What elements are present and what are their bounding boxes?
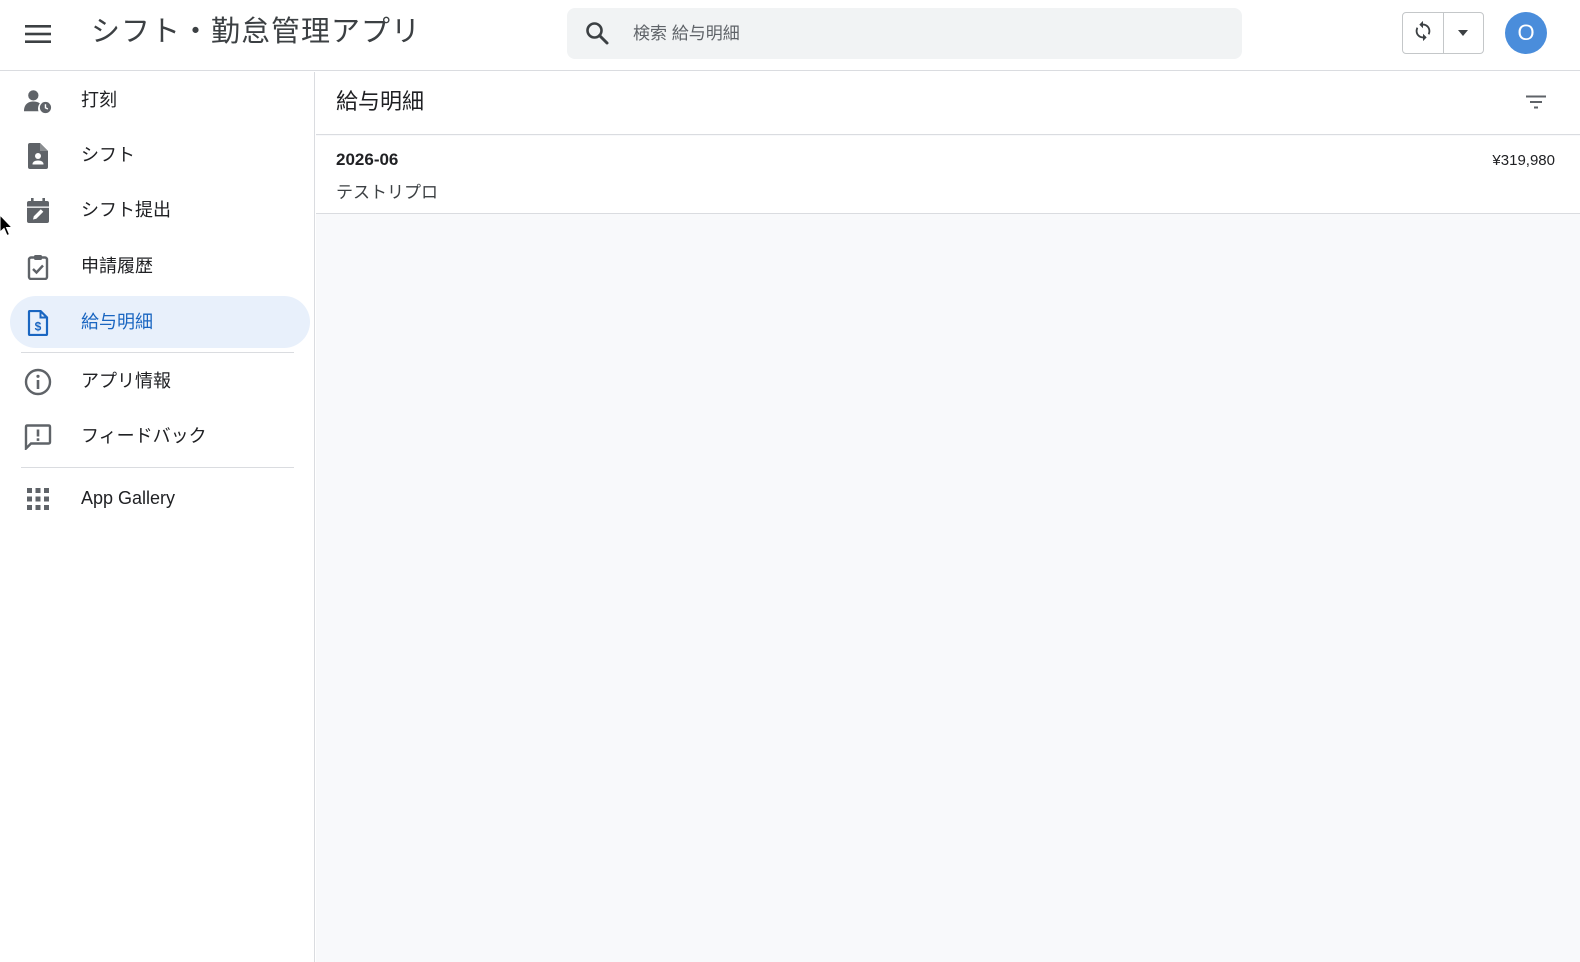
main-content: 給与明細 2026-06 テストリプロ ¥319,980 bbox=[316, 72, 1580, 962]
sidebar-divider bbox=[21, 352, 294, 353]
search-icon bbox=[584, 20, 610, 46]
sidebar-item-label: 申請履歴 bbox=[81, 256, 153, 276]
payslip-amount: ¥319,980 bbox=[1492, 152, 1555, 169]
document-dollar-icon: $ bbox=[24, 310, 52, 336]
search-input[interactable] bbox=[631, 8, 1221, 59]
sidebar-item-shift[interactable]: シフト bbox=[10, 129, 310, 181]
payslip-employee-name: テストリプロ bbox=[336, 183, 438, 202]
sidebar-item-label: シフト bbox=[81, 145, 135, 165]
sidebar-item-label: 打刻 bbox=[81, 90, 117, 110]
person-clock-icon bbox=[24, 88, 52, 114]
sidebar-item-shift-submit[interactable]: シフト提出 bbox=[10, 184, 310, 236]
list-item[interactable]: 2026-06 テストリプロ ¥319,980 bbox=[316, 136, 1580, 214]
menu-icon[interactable] bbox=[18, 14, 58, 54]
sidebar-item-app-gallery[interactable]: App Gallery bbox=[10, 472, 310, 524]
feedback-icon bbox=[24, 424, 52, 450]
sync-button-group bbox=[1402, 12, 1484, 54]
sidebar-item-label: App Gallery bbox=[81, 488, 176, 508]
app-title: シフト・勤怠管理アプリ bbox=[91, 16, 422, 48]
info-icon bbox=[24, 368, 52, 396]
sidebar-item-feedback[interactable]: フィードバック bbox=[10, 410, 310, 462]
mouse-cursor-icon bbox=[0, 215, 14, 237]
svg-text:$: $ bbox=[35, 320, 42, 334]
sidebar-item-app-info[interactable]: アプリ情報 bbox=[10, 355, 310, 407]
top-app-bar: シフト・勤怠管理アプリ O bbox=[0, 0, 1580, 71]
arrow-drop-down-icon bbox=[1456, 24, 1470, 42]
avatar[interactable]: O bbox=[1505, 12, 1547, 54]
sidebar: 打刻 シフト シフト提出 申請履歴 $ 給与明細 アプリ情報 フィードバック A… bbox=[0, 72, 315, 962]
clipboard-check-icon bbox=[24, 254, 52, 280]
sync-button[interactable] bbox=[1403, 13, 1444, 53]
page-title: 給与明細 bbox=[336, 89, 425, 114]
calendar-edit-icon bbox=[24, 198, 52, 224]
filter-icon[interactable] bbox=[1523, 89, 1549, 115]
apps-grid-icon bbox=[24, 486, 52, 512]
document-person-icon bbox=[24, 143, 52, 169]
sync-dropdown-button[interactable] bbox=[1444, 13, 1484, 53]
sidebar-item-label: 給与明細 bbox=[81, 312, 153, 332]
page-header: 給与明細 bbox=[316, 72, 1580, 135]
sidebar-divider bbox=[21, 467, 294, 468]
sidebar-item-request-history[interactable]: 申請履歴 bbox=[10, 240, 310, 292]
payslip-period: 2026-06 bbox=[336, 150, 399, 169]
sidebar-item-label: フィードバック bbox=[81, 426, 207, 446]
sidebar-item-label: アプリ情報 bbox=[81, 371, 171, 391]
sidebar-item-payslip[interactable]: $ 給与明細 bbox=[10, 296, 310, 348]
sidebar-item-label: シフト提出 bbox=[81, 200, 171, 220]
search-bar[interactable] bbox=[567, 8, 1242, 59]
sync-icon bbox=[1412, 20, 1434, 47]
sidebar-item-punch[interactable]: 打刻 bbox=[10, 74, 310, 126]
